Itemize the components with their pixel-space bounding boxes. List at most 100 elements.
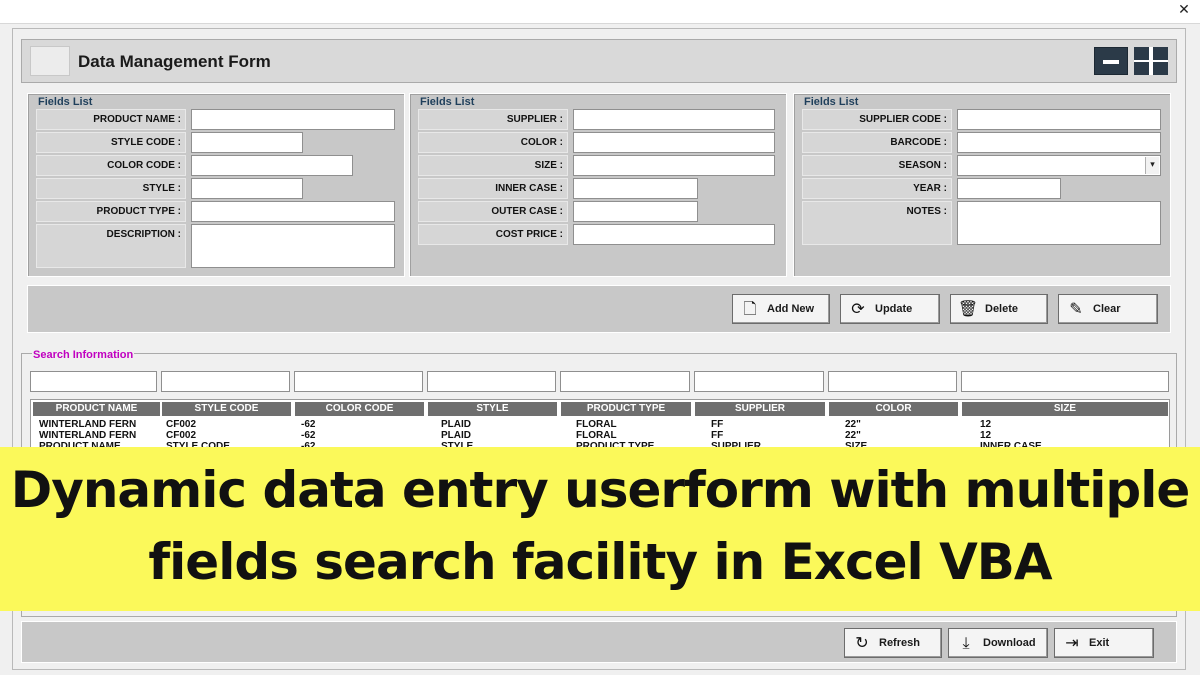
style-input[interactable] (191, 178, 303, 199)
fields-panel-1: Fields List PRODUCT NAME : STYLE CODE : … (27, 93, 405, 277)
field-label: SIZE : (418, 155, 568, 176)
add-new-label: Add New (767, 303, 815, 315)
table-cell[interactable]: WINTERLAND FERN (39, 419, 136, 430)
download-button[interactable]: ⤓ Download (948, 628, 1048, 658)
notes-input[interactable] (957, 201, 1161, 245)
description-input[interactable] (191, 224, 395, 268)
field-label: BARCODE : (802, 132, 952, 153)
table-cell[interactable]: -62 (301, 430, 315, 441)
refresh-arrows-icon: ⟳ (851, 299, 865, 318)
footer-button-bar: ↻ Refresh ⤓ Download ⇥ Exit (21, 621, 1177, 663)
action-button-bar: 🗋 Add New ⟳ Update 🗑 Delete ✎ Clear (27, 285, 1171, 333)
table-cell[interactable]: FF (711, 430, 723, 441)
field-label: SUPPLIER : (418, 109, 568, 130)
field-label: YEAR : (802, 178, 952, 199)
field-label: COLOR : (418, 132, 568, 153)
field-label: SEASON : (802, 155, 952, 176)
update-button[interactable]: ⟳ Update (840, 294, 940, 324)
column-header: PRODUCT NAME (33, 402, 160, 416)
cost-price-input[interactable] (573, 224, 775, 245)
field-label: STYLE CODE : (36, 132, 186, 153)
year-input[interactable] (957, 178, 1061, 199)
search-color-code-input[interactable] (294, 371, 423, 392)
field-label: SUPPLIER CODE : (802, 109, 952, 130)
panel-legend: Fields List (420, 96, 475, 108)
banner-line-2: fields search facility in Excel VBA (148, 533, 1052, 591)
table-cell[interactable]: FLORAL (576, 430, 617, 441)
broom-icon: ✎ (1069, 299, 1083, 318)
inner-case-input[interactable] (573, 178, 698, 199)
column-header: SIZE (962, 402, 1168, 416)
supplier-input[interactable] (573, 109, 775, 130)
product-name-input[interactable] (191, 109, 395, 130)
delete-label: Delete (985, 303, 1019, 315)
table-cell[interactable]: PLAID (441, 430, 471, 441)
table-cell[interactable]: CF002 (166, 430, 196, 441)
supplier-code-input[interactable] (957, 109, 1161, 130)
style-code-input[interactable] (191, 132, 303, 153)
search-style-input[interactable] (427, 371, 556, 392)
banner-line-1: Dynamic data entry userform with multipl… (10, 461, 1191, 519)
maximize-icon[interactable] (1134, 47, 1168, 75)
add-document-icon: 🗋 (743, 299, 757, 318)
update-label: Update (875, 303, 913, 315)
search-size-input[interactable] (961, 371, 1169, 392)
refresh-label: Refresh (879, 637, 920, 649)
delete-button[interactable]: 🗑 Delete (950, 294, 1048, 324)
season-select[interactable]: ▾ (957, 155, 1161, 176)
refresh-button[interactable]: ↻ Refresh (844, 628, 942, 658)
search-color-input[interactable] (828, 371, 957, 392)
color-input[interactable] (573, 132, 775, 153)
barcode-input[interactable] (957, 132, 1161, 153)
product-type-input[interactable] (191, 201, 395, 222)
search-supplier-input[interactable] (694, 371, 824, 392)
title-banner: Dynamic data entry userform with multipl… (0, 447, 1200, 611)
table-cell[interactable]: FLORAL (576, 419, 617, 430)
search-product-name-input[interactable] (30, 371, 157, 392)
column-header: SUPPLIER (695, 402, 825, 416)
table-cell[interactable]: 12 (980, 419, 991, 430)
minimize-icon[interactable] (1094, 47, 1128, 75)
refresh-icon: ↻ (855, 633, 869, 652)
table-cell[interactable]: CF002 (166, 419, 196, 430)
fields-panel-2: Fields List SUPPLIER : COLOR : SIZE : IN… (409, 93, 787, 277)
column-header: COLOR (829, 402, 958, 416)
color-code-input[interactable] (191, 155, 353, 176)
table-cell[interactable]: 22" (845, 430, 861, 441)
table-cell[interactable]: -62 (301, 419, 315, 430)
outer-case-input[interactable] (573, 201, 698, 222)
search-product-type-input[interactable] (560, 371, 690, 392)
table-cell[interactable]: WINTERLAND FERN (39, 430, 136, 441)
field-label: INNER CASE : (418, 178, 568, 199)
panel-legend: Fields List (804, 96, 859, 108)
fields-panel-3: Fields List SUPPLIER CODE : BARCODE : SE… (793, 93, 1171, 277)
clear-button[interactable]: ✎ Clear (1058, 294, 1158, 324)
column-header: COLOR CODE (295, 402, 424, 416)
table-cell[interactable]: 22" (845, 419, 861, 430)
field-label: COST PRICE : (418, 224, 568, 245)
close-icon[interactable]: ✕ (1176, 2, 1192, 18)
add-new-button[interactable]: 🗋 Add New (732, 294, 830, 324)
field-label: DESCRIPTION : (36, 224, 186, 268)
field-label: PRODUCT TYPE : (36, 201, 186, 222)
exit-label: Exit (1089, 637, 1110, 649)
column-header: PRODUCT TYPE (561, 402, 691, 416)
exit-button[interactable]: ⇥ Exit (1054, 628, 1154, 658)
table-cell[interactable]: PLAID (441, 419, 471, 430)
field-label: PRODUCT NAME : (36, 109, 186, 130)
search-style-code-input[interactable] (161, 371, 290, 392)
field-label: NOTES : (802, 201, 952, 245)
table-cell[interactable]: FF (711, 419, 723, 430)
size-input[interactable] (573, 155, 775, 176)
column-header: STYLE CODE (162, 402, 291, 416)
table-cell[interactable]: 12 (980, 430, 991, 441)
clear-label: Clear (1093, 303, 1121, 315)
exit-icon: ⇥ (1065, 633, 1079, 652)
field-label: OUTER CASE : (418, 201, 568, 222)
trash-icon: 🗑 (957, 299, 979, 318)
field-label: STYLE : (36, 178, 186, 199)
column-header: STYLE (428, 402, 557, 416)
search-legend: Search Information (32, 349, 135, 361)
chevron-down-icon[interactable]: ▾ (1145, 157, 1159, 174)
form-header: Data Management Form (21, 39, 1177, 83)
